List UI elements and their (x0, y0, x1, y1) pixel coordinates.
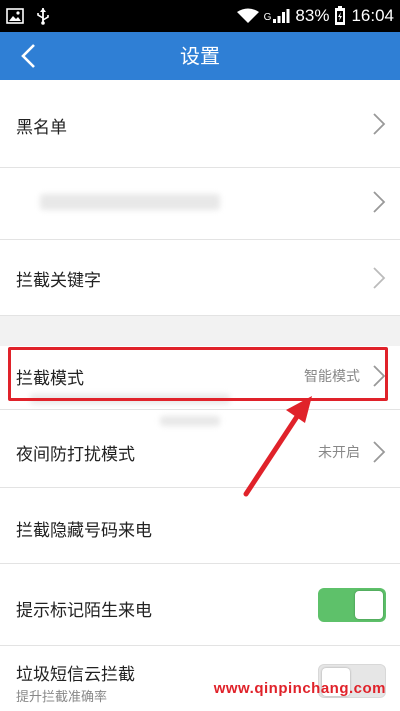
setting-label: 拦截模式 (16, 369, 84, 389)
chevron-right-icon (373, 113, 386, 135)
status-bar: G 83% 16:04 (0, 0, 400, 32)
setting-blurred-item[interactable] (0, 168, 400, 240)
chevron-left-icon (21, 44, 35, 68)
setting-sublabel: 提升拦截准确率 (16, 690, 108, 705)
battery-percent: 83% (295, 6, 330, 25)
setting-label: 垃圾短信云拦截 (16, 665, 135, 685)
setting-mark-strange-calls: 提示标记陌生来电 (0, 564, 400, 646)
setting-label: 提示标记陌生来电 (16, 601, 152, 621)
battery-icon (334, 6, 346, 26)
section-divider (0, 316, 400, 346)
setting-night-mode[interactable]: 夜间防打扰模式 未开启 (0, 410, 400, 488)
setting-label: 拦截隐藏号码来电 (16, 521, 152, 541)
setting-blacklist[interactable]: 黑名单 (0, 80, 400, 168)
setting-label: 黑名单 (16, 118, 67, 138)
setting-label: 拦截关键字 (16, 271, 101, 291)
signal-icon (272, 8, 290, 24)
blurred-content (40, 194, 220, 210)
chevron-right-icon (373, 267, 386, 289)
setting-block-keywords[interactable]: 拦截关键字 (0, 240, 400, 316)
setting-block-hidden-numbers[interactable]: 拦截隐藏号码来电 (0, 488, 400, 564)
chevron-right-icon (373, 365, 386, 387)
mark-strange-calls-toggle[interactable] (318, 588, 386, 622)
app-bar: 设置 (0, 32, 400, 80)
wifi-icon (236, 8, 259, 24)
page-title: 设置 (180, 44, 220, 68)
watermark: www.qinpinchang.com (213, 680, 386, 697)
setting-spam-sms-cloud: 垃圾短信云拦截 提升拦截准确率 (0, 646, 400, 711)
setting-label: 夜间防打扰模式 (16, 445, 135, 465)
chevron-right-icon (373, 191, 386, 213)
setting-value: 未开启 (318, 445, 360, 461)
clock: 16:04 (351, 6, 394, 25)
blurred-content (30, 394, 230, 404)
back-button[interactable] (10, 38, 46, 74)
image-icon (6, 8, 24, 24)
setting-block-mode[interactable]: 拦截模式 智能模式 (0, 346, 400, 410)
network-type-label: G (263, 12, 272, 23)
usb-icon (36, 7, 50, 25)
blurred-content (160, 416, 220, 426)
setting-value: 智能模式 (304, 369, 360, 385)
chevron-right-icon (373, 441, 386, 463)
toggle-knob (355, 591, 383, 619)
